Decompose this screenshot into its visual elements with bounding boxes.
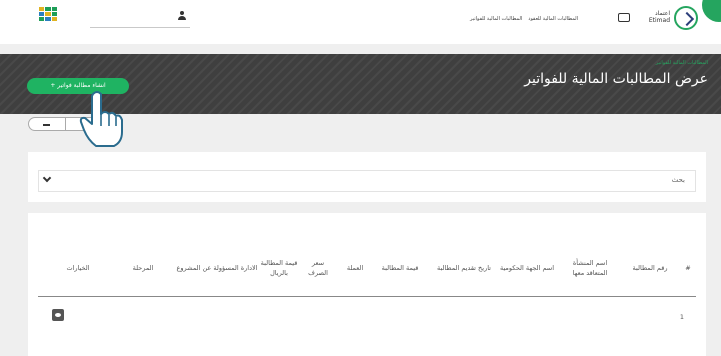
col-submit-date: تاريخ تقديم المطالبة <box>437 264 491 272</box>
grid-cell <box>51 7 57 11</box>
hand-pointer-icon <box>79 91 123 147</box>
grid-cell <box>39 12 45 16</box>
grid-cell <box>45 12 51 16</box>
row-index: 1 <box>679 313 684 321</box>
pager-divider <box>65 118 66 130</box>
grid-cell <box>51 12 57 16</box>
col-gov-entity: اسم الجهة الحكومية <box>499 264 555 272</box>
grid-cell <box>45 17 51 21</box>
top-nav: المطالبات المالية للفواتير المطالبات الم… <box>470 16 578 22</box>
brand-english: Etimad <box>648 17 670 24</box>
grid-cell <box>39 7 45 11</box>
col-contractor: اسم المنشأة المتعاقد معها <box>572 259 608 277</box>
chevron-down-icon[interactable] <box>42 173 52 183</box>
brand-arabic: اعتماد <box>654 10 670 17</box>
inbox-icon[interactable] <box>618 13 630 22</box>
col-index: # <box>685 264 691 272</box>
apps-grid-icon[interactable] <box>39 7 57 21</box>
corner-badge <box>702 0 721 22</box>
grid-cell <box>51 17 57 21</box>
col-currency: العملة <box>346 264 364 272</box>
page-title: عرض المطالبات المالية للفواتير <box>524 71 708 87</box>
top-bar: المطالبات المالية للفواتير المطالبات الم… <box>0 0 721 44</box>
nav-invoices-claims[interactable]: المطالبات المالية للفواتير <box>470 16 522 22</box>
nav-contracts-claims[interactable]: المطالبات المالية للعقود <box>528 16 578 22</box>
search-panel: بحث <box>28 152 706 202</box>
col-stage: المرحلة <box>132 264 154 272</box>
table-header: # رقم المطالبة اسم المنشأة المتعاقد معها… <box>38 239 696 297</box>
breadcrumb[interactable]: المطالبات المالية للفواتير <box>656 60 708 66</box>
col-responsible-dept: الادارة المسؤولة عن المشروع <box>176 264 258 272</box>
view-eye-button[interactable] <box>52 309 64 321</box>
col-claim-value: قيمة المطالبة <box>381 264 419 272</box>
claims-table: # رقم المطالبة اسم المنشأة المتعاقد معها… <box>28 213 706 356</box>
user-icon <box>178 11 186 20</box>
search-label: بحث <box>671 176 685 184</box>
minus-icon[interactable] <box>43 124 50 126</box>
col-value-sar: قيمة المطالبة بالريال <box>260 259 298 277</box>
col-options: الخيارات <box>66 264 90 272</box>
user-menu[interactable] <box>90 8 190 28</box>
etimad-logo[interactable] <box>674 6 698 30</box>
grid-cell <box>45 7 51 11</box>
search-toggle[interactable]: بحث <box>38 170 696 192</box>
col-claim-number: رقم المطالبة <box>632 264 668 272</box>
grid-cell <box>39 17 45 21</box>
col-exchange-rate: سعر الصرف <box>308 259 328 277</box>
brand-text: اعتماد Etimad <box>642 10 670 24</box>
